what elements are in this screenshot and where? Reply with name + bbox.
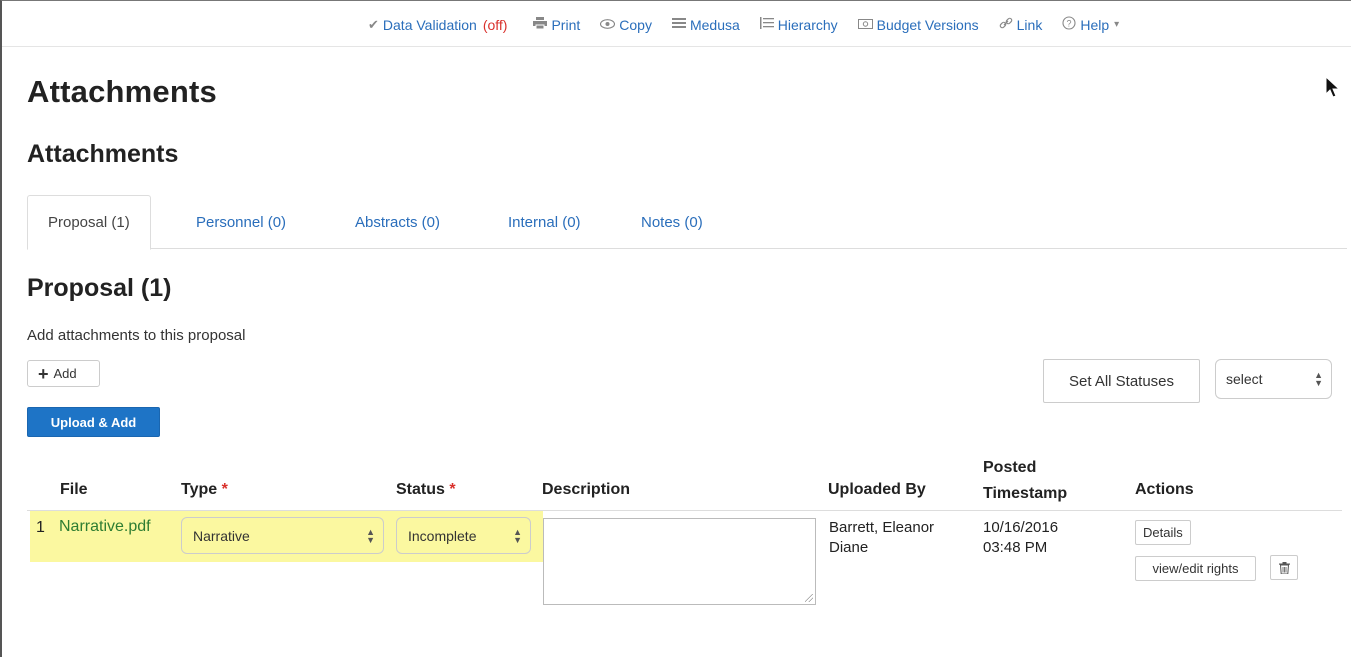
row-index: 1 xyxy=(36,519,45,536)
link-label: Link xyxy=(1016,16,1043,33)
header-actions: Actions xyxy=(1135,481,1194,498)
hierarchy-icon xyxy=(759,17,774,32)
description-textarea[interactable] xyxy=(543,518,816,605)
header-status-label: Status xyxy=(396,481,445,498)
header-uploaded-by: Uploaded By xyxy=(828,481,926,498)
list-icon xyxy=(671,17,686,32)
data-validation-state: (off) xyxy=(482,16,508,33)
budget-versions-label: Budget Versions xyxy=(876,16,979,33)
header-file: File xyxy=(60,481,88,498)
add-button[interactable]: + Add xyxy=(27,360,100,387)
budget-versions-button[interactable]: Budget Versions xyxy=(857,16,979,33)
required-marker: * xyxy=(221,481,228,498)
medusa-button[interactable]: Medusa xyxy=(671,16,740,33)
status-select[interactable]: select ▲ ▼ xyxy=(1215,359,1332,399)
header-posted-line1: Posted xyxy=(983,459,1037,476)
header-description: Description xyxy=(542,481,631,498)
view-edit-rights-button[interactable]: view/edit rights xyxy=(1135,556,1256,581)
header-type-label: Type xyxy=(181,481,218,498)
file-link[interactable]: Narrative.pdf xyxy=(59,518,151,536)
print-button[interactable]: Print xyxy=(533,17,580,33)
status-select-value: select xyxy=(1226,371,1263,387)
uploaded-by-line2: Diane xyxy=(829,539,869,556)
svg-text:?: ? xyxy=(1067,19,1072,29)
hierarchy-label: Hierarchy xyxy=(777,16,838,33)
tab-notes[interactable]: Notes (0) xyxy=(641,195,703,249)
money-icon xyxy=(857,17,873,32)
add-button-label: Add xyxy=(53,366,77,381)
section-title: Attachments xyxy=(27,140,179,168)
upload-add-button[interactable]: Upload & Add xyxy=(27,407,160,437)
panel-title: Proposal (1) xyxy=(27,274,172,302)
help-menu[interactable]: ? Help ▾ xyxy=(1062,16,1119,33)
tab-personnel[interactable]: Personnel (0) xyxy=(196,195,286,249)
header-type: Type * xyxy=(181,481,228,499)
hierarchy-button[interactable]: Hierarchy xyxy=(759,16,838,33)
delete-button[interactable] xyxy=(1270,555,1298,580)
details-button[interactable]: Details xyxy=(1135,520,1191,545)
medusa-label: Medusa xyxy=(689,16,740,33)
eye-icon xyxy=(600,17,616,32)
toolbar-divider xyxy=(2,46,1351,47)
uploaded-by-cell: Barrett, Eleanor Diane xyxy=(829,518,934,558)
resize-grip-icon[interactable] xyxy=(805,594,813,602)
checkmark-icon: ✔ xyxy=(368,16,379,32)
link-icon xyxy=(999,16,1013,33)
top-toolbar: ✔ Data Validation (off) Print Copy Medus… xyxy=(368,16,1139,33)
required-marker: * xyxy=(449,481,456,498)
mouse-cursor-icon xyxy=(1325,76,1341,98)
select-arrows-icon: ▲ ▼ xyxy=(366,526,375,545)
data-validation-label: Data Validation xyxy=(382,16,477,33)
set-all-statuses-button[interactable]: Set All Statuses xyxy=(1043,359,1200,403)
tab-proposal[interactable]: Proposal (1) xyxy=(27,195,151,250)
timestamp-date: 10/16/2016 xyxy=(983,519,1059,536)
page-title: Attachments xyxy=(27,74,217,109)
status-row-select-value: Incomplete xyxy=(408,527,477,544)
copy-button[interactable]: Copy xyxy=(600,17,652,33)
tab-internal[interactable]: Internal (0) xyxy=(508,195,581,249)
panel-description: Add attachments to this proposal xyxy=(27,327,246,344)
type-select[interactable]: Narrative ▲ ▼ xyxy=(181,517,384,554)
attachment-tabs: Proposal (1) Personnel (0) Abstracts (0)… xyxy=(27,195,1347,250)
select-arrows-icon: ▲ ▼ xyxy=(1314,370,1323,388)
tab-abstracts[interactable]: Abstracts (0) xyxy=(355,195,440,249)
help-circle-icon: ? xyxy=(1062,16,1076,33)
uploaded-by-line1: Barrett, Eleanor xyxy=(829,519,935,536)
printer-icon xyxy=(533,17,548,32)
header-posted-timestamp: Posted Timestamp xyxy=(983,455,1067,507)
link-button[interactable]: Link xyxy=(999,16,1043,33)
copy-label: Copy xyxy=(619,16,652,33)
header-posted-line2: Timestamp xyxy=(983,485,1068,502)
timestamp-time: 03:48 PM xyxy=(983,539,1048,556)
trash-icon xyxy=(1278,561,1290,574)
select-arrows-icon: ▲ ▼ xyxy=(513,526,522,545)
header-status: Status * xyxy=(396,481,456,499)
data-validation-toggle[interactable]: ✔ Data Validation (off) xyxy=(368,17,513,33)
timestamp-cell: 10/16/2016 03:48 PM xyxy=(983,518,1058,558)
chevron-down-icon: ▾ xyxy=(1114,19,1120,30)
type-select-value: Narrative xyxy=(193,527,250,544)
plus-icon: + xyxy=(38,363,49,384)
print-label: Print xyxy=(551,16,581,33)
help-label: Help xyxy=(1080,16,1110,33)
status-row-select[interactable]: Incomplete ▲ ▼ xyxy=(396,517,531,554)
